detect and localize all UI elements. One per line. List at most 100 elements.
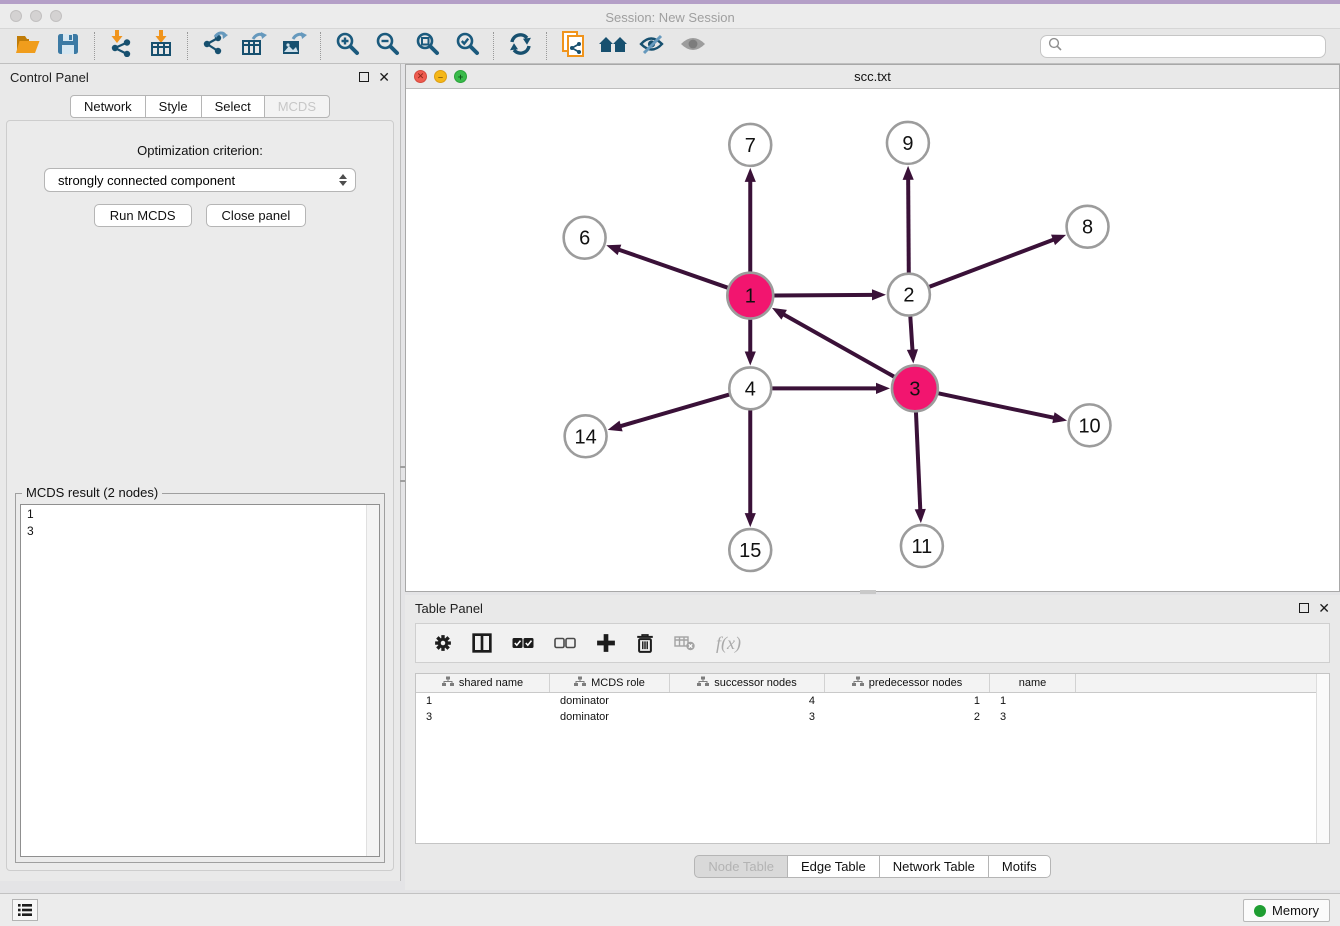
- open-session-button[interactable]: [8, 31, 48, 61]
- import-network-button[interactable]: [101, 31, 141, 61]
- import-table-button[interactable]: [141, 31, 181, 61]
- svg-text:1: 1: [745, 286, 756, 308]
- import-table-icon: [149, 30, 173, 62]
- graph-edge-2-3[interactable]: [907, 317, 918, 364]
- column-header-name[interactable]: name: [990, 674, 1076, 692]
- new-network-from-selection-button[interactable]: [553, 31, 593, 61]
- svg-text:6: 6: [579, 228, 590, 250]
- apply-layout-button[interactable]: [500, 31, 540, 61]
- graph-node-9[interactable]: 9: [887, 122, 929, 164]
- graph-edge-3-10[interactable]: [938, 393, 1067, 423]
- graph-node-4[interactable]: 4: [729, 367, 771, 409]
- export-network-button[interactable]: [194, 31, 234, 61]
- table-tab-node-table[interactable]: Node Table: [694, 855, 788, 878]
- graph-node-11[interactable]: 11: [901, 525, 943, 567]
- control-tab-network[interactable]: Network: [70, 95, 146, 118]
- memory-status-icon: [1254, 905, 1266, 917]
- control-panel-tabs: NetworkStyleSelectMCDS: [0, 95, 400, 118]
- optimization-criterion-select[interactable]: strongly connected component: [44, 168, 356, 192]
- table-scrollbar[interactable]: [1316, 674, 1329, 843]
- select-all-button[interactable]: [512, 637, 534, 649]
- mcds-result-scrollbar[interactable]: [366, 505, 379, 856]
- close-panel-button[interactable]: Close panel: [206, 204, 307, 227]
- float-panel-icon[interactable]: [1299, 603, 1309, 613]
- column-header-predecessor-nodes[interactable]: predecessor nodes: [825, 674, 990, 692]
- network-canvas[interactable]: 7 9 6 8 1 2 4 3 14 10 15 11: [406, 89, 1339, 591]
- table-cell[interactable]: 1: [416, 693, 550, 709]
- control-tab-style[interactable]: Style: [145, 95, 202, 118]
- search-input[interactable]: [1063, 37, 1325, 55]
- control-tab-select[interactable]: Select: [201, 95, 265, 118]
- table-cell[interactable]: 3: [416, 709, 550, 725]
- graph-node-10[interactable]: 10: [1069, 404, 1111, 446]
- panel-splitter-handle[interactable]: [400, 466, 405, 482]
- column-header-MCDS-role[interactable]: MCDS role: [550, 674, 670, 692]
- export-table-button[interactable]: [234, 31, 274, 61]
- graph-edge-1-6[interactable]: [606, 245, 727, 288]
- graph-node-7[interactable]: 7: [729, 124, 771, 166]
- graph-node-15[interactable]: 15: [729, 529, 771, 571]
- graph-edge-2-9[interactable]: [903, 166, 914, 273]
- table-cell[interactable]: 3: [990, 709, 1076, 725]
- column-header-shared-name[interactable]: shared name: [416, 674, 550, 692]
- table-cell[interactable]: 3: [670, 709, 825, 725]
- table-cell[interactable]: 1: [990, 693, 1076, 709]
- show-panels-button[interactable]: [12, 899, 38, 921]
- graph-edge-1-4[interactable]: [745, 320, 756, 366]
- control-tab-mcds[interactable]: MCDS: [264, 95, 330, 118]
- table-settings-button[interactable]: [434, 634, 452, 652]
- hide-selected-button[interactable]: [633, 31, 673, 61]
- float-panel-icon[interactable]: [359, 72, 369, 82]
- close-panel-icon[interactable]: ✕: [378, 72, 390, 82]
- table-row[interactable]: 3dominator323: [416, 709, 1329, 725]
- zoom-fit-button[interactable]: [407, 31, 447, 61]
- search-field[interactable]: [1040, 35, 1326, 58]
- table-tab-motifs[interactable]: Motifs: [988, 855, 1051, 878]
- table-row[interactable]: 1dominator411: [416, 693, 1329, 709]
- run-mcds-button[interactable]: Run MCDS: [94, 204, 192, 227]
- graph-edge-1-2[interactable]: [774, 289, 886, 300]
- graph-edge-4-14[interactable]: [608, 395, 730, 432]
- export-image-button[interactable]: [274, 31, 314, 61]
- graph-node-14[interactable]: 14: [565, 415, 607, 457]
- zoom-in-button[interactable]: [327, 31, 367, 61]
- zoom-selected-button[interactable]: [447, 31, 487, 61]
- table-panel-title: Table Panel: [415, 601, 483, 616]
- save-session-button[interactable]: [48, 31, 88, 61]
- zoom-in-icon: [335, 31, 360, 61]
- table-cell[interactable]: 4: [670, 693, 825, 709]
- network-graph: 7 9 6 8 1 2 4 3 14 10 15 11: [406, 89, 1339, 591]
- graph-node-3[interactable]: 3: [892, 365, 938, 411]
- create-column-button[interactable]: [596, 633, 616, 653]
- delete-column-button[interactable]: [636, 633, 654, 653]
- memory-button[interactable]: Memory: [1243, 899, 1330, 922]
- show-all-button[interactable]: [673, 31, 713, 61]
- close-panel-icon[interactable]: ✕: [1318, 603, 1330, 613]
- column-header-successor-nodes[interactable]: successor nodes: [670, 674, 825, 692]
- table-cell[interactable]: 2: [825, 709, 990, 725]
- table-cell[interactable]: 1: [825, 693, 990, 709]
- table-toolbar: f(x): [415, 623, 1330, 663]
- graph-edge-4-3[interactable]: [772, 383, 890, 394]
- show-columns-button[interactable]: [472, 633, 492, 653]
- table-cell[interactable]: dominator: [550, 693, 670, 709]
- mcds-result-area[interactable]: 1 3: [20, 504, 380, 857]
- graph-edge-3-1[interactable]: [772, 308, 894, 377]
- zoom-out-button[interactable]: [367, 31, 407, 61]
- graph-node-6[interactable]: 6: [564, 217, 606, 259]
- graph-node-2[interactable]: 2: [888, 274, 930, 316]
- table-tab-network-table[interactable]: Network Table: [879, 855, 989, 878]
- graph-node-1[interactable]: 1: [727, 273, 773, 319]
- table-cell[interactable]: dominator: [550, 709, 670, 725]
- panel-splitter-handle[interactable]: [860, 590, 876, 594]
- deselect-all-button[interactable]: [554, 637, 576, 649]
- table-tab-edge-table[interactable]: Edge Table: [787, 855, 880, 878]
- home-pair-button[interactable]: [593, 31, 633, 61]
- graph-edge-4-15[interactable]: [745, 410, 756, 527]
- graph-node-8[interactable]: 8: [1067, 206, 1109, 248]
- graph-edge-2-8[interactable]: [929, 235, 1066, 287]
- graph-edge-3-11[interactable]: [915, 412, 926, 523]
- graph-edge-1-7[interactable]: [745, 168, 756, 272]
- network-window-titlebar[interactable]: ✕ – + scc.txt: [406, 65, 1339, 89]
- control-panel-title: Control Panel: [10, 70, 89, 85]
